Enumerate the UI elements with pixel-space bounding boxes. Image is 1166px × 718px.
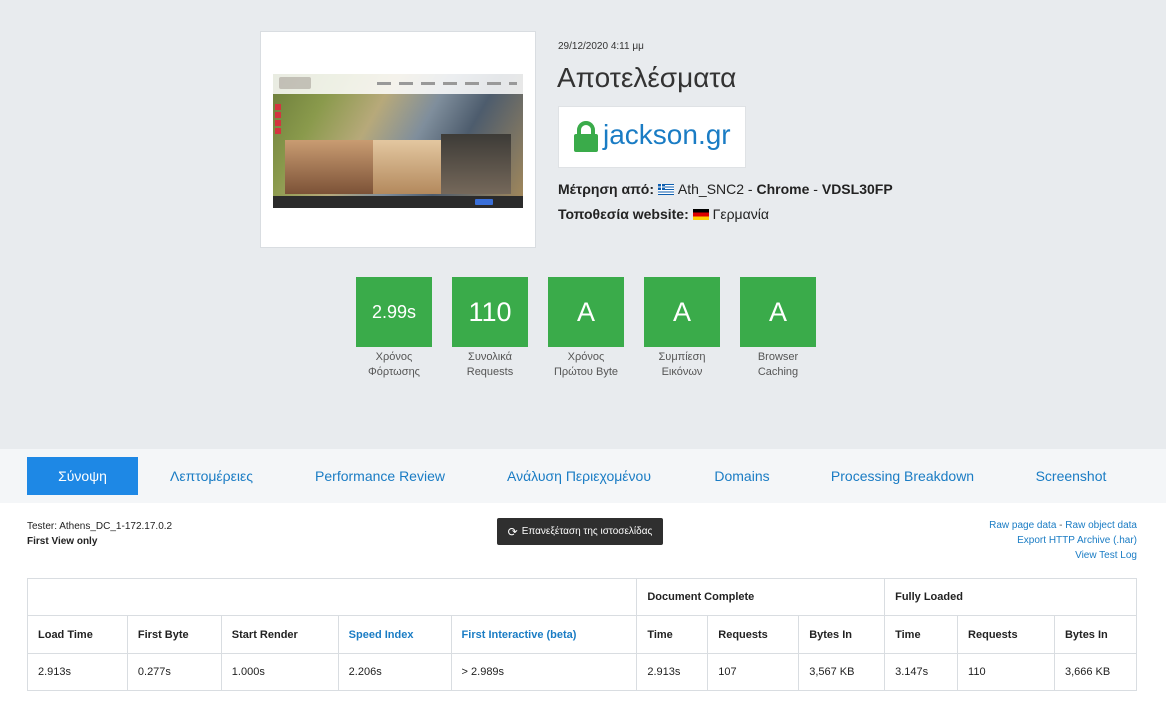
grade-label: Χρόνος (375, 351, 413, 363)
table-group-empty (26, 578, 638, 616)
col-header-first-interactive[interactable]: First Interactive (beta) (450, 615, 638, 654)
website-location: Τοποθεσία website: Γερμανία (558, 206, 769, 222)
tab-details[interactable]: Λεπτομέρειες (150, 457, 273, 495)
col-header-doc-time: Time (636, 615, 709, 654)
table-row: 2.913s 0.277s 1.000s 2.206s > 2.989s 2.9… (27, 653, 1138, 691)
table-cell: 2.206s (337, 653, 452, 691)
website-country: Γερμανία (712, 206, 769, 222)
test-date: 29/12/2020 4:11 μμ (558, 41, 644, 52)
col-header-first-byte: First Byte (126, 615, 222, 654)
retest-button[interactable]: ⟳ Επανεξέταση της ιστοσελίδας (497, 518, 663, 545)
col-header-full-bytes-in: Bytes In (1053, 615, 1138, 654)
grade-label: Caching (757, 366, 799, 378)
grade-label: Φόρτωσης (368, 366, 420, 378)
table-group-header-row: Document Complete Fully Loaded (26, 578, 1137, 616)
results-table: Document Complete Fully Loaded Load Time… (26, 578, 1138, 691)
view-test-log-link[interactable]: View Test Log (989, 548, 1137, 563)
grade-first-byte: A Χρόνος Πρώτου Byte (548, 277, 624, 380)
results-tabs: Σύνοψη Λεπτομέρειες Performance Review Α… (0, 449, 1166, 503)
measured-from-label: Μέτρηση από: (558, 181, 654, 197)
tester-name: Tester: Athens_DC_1-172.17.0.2 (27, 521, 173, 532)
connection-type: VDSL30FP (821, 181, 893, 197)
table-cell: 110 (957, 653, 1055, 691)
table-cell: 3,666 KB (1053, 653, 1138, 691)
table-cell: 0.277s (126, 653, 222, 691)
lock-icon (574, 121, 598, 152)
thumbnail-image (273, 74, 523, 208)
measured-from: Μέτρηση από: Ath_SNC2 - Chrome - VDSL30F… (558, 181, 893, 197)
grade-value: 2.99s (356, 277, 432, 347)
tab-domains[interactable]: Domains (697, 457, 787, 495)
thumbnail-logo (279, 77, 311, 89)
group-fully-loaded: Fully Loaded (884, 578, 1137, 616)
table-cell: 2.913s (636, 653, 709, 691)
table-header-row: Load Time First Byte Start Render Speed … (27, 615, 1138, 654)
group-document-complete: Document Complete (636, 578, 886, 616)
tested-site-box: jackson.gr (558, 106, 746, 168)
website-location-label: Τοποθεσία website: (558, 206, 689, 222)
browser-name: Chrome (756, 181, 810, 197)
tab-summary[interactable]: Σύνοψη (27, 457, 138, 495)
grade-label: Browser (757, 351, 799, 363)
table-cell: 3.147s (884, 653, 959, 691)
col-header-doc-requests: Requests (707, 615, 800, 654)
grade-label: Συνολικά (468, 351, 512, 363)
view-mode: First View only (27, 536, 98, 547)
greece-flag-icon (657, 184, 674, 195)
grade-browser-caching: A Browser Caching (740, 277, 816, 380)
thumbnail-cookie-button (475, 199, 493, 205)
grade-label: Requests (466, 366, 514, 378)
page-title: Αποτελέσματα (557, 62, 737, 93)
thumbnail-cookie-bar (273, 196, 523, 208)
thumbnail-navbar (273, 74, 523, 94)
col-header-speed-index[interactable]: Speed Index (337, 615, 452, 654)
table-cell: 107 (707, 653, 800, 691)
grade-total-requests: 110 Συνολικά Requests (452, 277, 528, 380)
export-links: Raw page data - Raw object data Export H… (989, 520, 1137, 563)
germany-flag-icon (692, 209, 709, 220)
col-header-full-time: Time (884, 615, 959, 654)
grade-label: Πρώτου Byte (553, 366, 619, 378)
col-header-full-requests: Requests (957, 615, 1055, 654)
grade-label: Εικόνων (661, 366, 703, 378)
raw-object-data-link[interactable]: Raw object data (1065, 520, 1137, 531)
thumbnail-photo (373, 140, 441, 194)
tested-site-url[interactable]: jackson.gr (603, 119, 731, 151)
tab-processing-breakdown[interactable]: Processing Breakdown (815, 457, 990, 495)
refresh-icon: ⟳ (507, 524, 518, 539)
table-cell: 1.000s (220, 653, 339, 691)
tab-content-breakdown[interactable]: Ανάλυση Περιεχομένου (490, 457, 668, 495)
grade-image-compression: A Συμπίεση Εικόνων (644, 277, 720, 380)
col-header-load-time: Load Time (27, 615, 128, 654)
thumbnail-photo (441, 134, 511, 194)
col-header-doc-bytes-in: Bytes In (798, 615, 886, 654)
tab-screenshot[interactable]: Screenshot (1018, 457, 1124, 495)
page-screenshot-thumbnail[interactable] (260, 31, 536, 248)
grade-load-time: 2.99s Χρόνος Φόρτωσης (356, 277, 432, 380)
thumbnail-social-icons (275, 104, 281, 136)
grade-value: A (548, 277, 624, 347)
thumbnail-photo (285, 140, 373, 194)
grade-value: A (740, 277, 816, 347)
grade-label: Συμπίεση (658, 351, 706, 363)
export-har-link[interactable]: Export HTTP Archive (.har) (989, 533, 1137, 548)
table-cell: 2.913s (27, 653, 128, 691)
tab-performance-review[interactable]: Performance Review (300, 457, 460, 495)
grade-value: 110 (452, 277, 528, 347)
retest-label: Επανεξέταση της ιστοσελίδας (521, 526, 653, 537)
test-location-name: Ath_SNC2 (677, 181, 745, 197)
thumbnail-nav-links (377, 82, 517, 85)
grade-label: Χρόνος (567, 351, 605, 363)
col-header-start-render: Start Render (220, 615, 339, 654)
table-cell: 3,567 KB (798, 653, 886, 691)
results-header: 29/12/2020 4:11 μμ Αποτελέσματα jackson.… (0, 0, 1166, 449)
tester-info: Tester: Athens_DC_1-172.17.0.2 First Vie… (27, 519, 172, 549)
grade-value: A (644, 277, 720, 347)
table-cell: > 2.989s (450, 653, 638, 691)
raw-page-data-link[interactable]: Raw page data (989, 520, 1056, 531)
